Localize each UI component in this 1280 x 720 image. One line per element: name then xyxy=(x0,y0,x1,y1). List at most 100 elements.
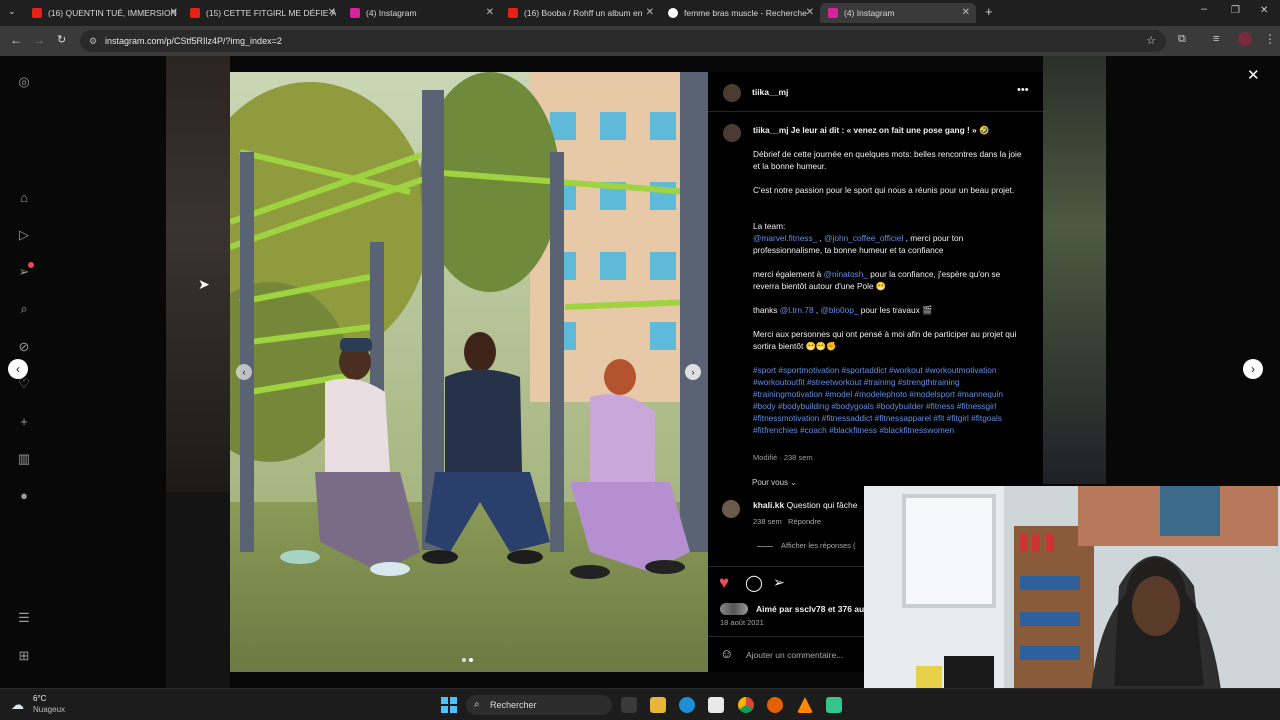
webcam-overlay xyxy=(864,486,1280,720)
notification-badge xyxy=(28,262,34,268)
caption-text: thanks xyxy=(753,305,780,315)
threads-icon[interactable]: ⊞ xyxy=(16,648,32,664)
emoji-icon: 😁😁✊ xyxy=(805,341,837,351)
author-avatar[interactable] xyxy=(723,84,741,102)
blurred-background xyxy=(166,492,230,688)
mouse-cursor-icon: ➤ xyxy=(198,276,210,292)
chrome-icon[interactable] xyxy=(738,697,754,713)
previous-post-icon[interactable]: ‹ xyxy=(8,359,28,379)
minimize-icon[interactable]: – xyxy=(1201,3,1207,15)
close-tab-icon[interactable]: ✕ xyxy=(328,7,336,18)
tab-5[interactable]: femme bras muscle - Recherche ✕ xyxy=(668,3,814,23)
file-explorer-icon[interactable] xyxy=(650,697,666,713)
tab-4[interactable]: (16) Booba / Rohff un album en ✕ xyxy=(508,3,654,23)
hashtags[interactable]: #sport #sportmotivation #sportaddict #wo… xyxy=(753,364,1023,436)
vlc-icon[interactable] xyxy=(797,697,813,713)
add-comment-input[interactable]: Ajouter un commentaire... xyxy=(746,650,843,660)
post-date: 18 août 2021 xyxy=(720,618,764,627)
like-heart-icon[interactable]: ♥ xyxy=(719,573,729,593)
close-tab-icon[interactable]: ✕ xyxy=(170,7,178,18)
close-tab-icon[interactable]: ✕ xyxy=(962,7,970,18)
carousel-dot xyxy=(462,658,466,662)
post-image[interactable]: ‹ › xyxy=(230,72,708,672)
comment: khali.kk Question qui fâche xyxy=(753,500,857,510)
forward-icon[interactable]: → xyxy=(33,33,45,47)
mention-link[interactable]: @blo0op_ xyxy=(820,305,858,315)
caption-username[interactable]: tiika__mj xyxy=(753,125,789,135)
store-icon[interactable] xyxy=(708,697,724,713)
comment-icon[interactable]: ◯ xyxy=(745,573,763,593)
close-tab-icon[interactable]: ✕ xyxy=(646,7,654,18)
for-you-toggle[interactable]: Pour vous ⌄ xyxy=(752,478,797,487)
tab-6-active[interactable]: (4) Instagram ✕ xyxy=(820,3,976,23)
profile-icon[interactable]: ● xyxy=(16,488,32,504)
likes-count[interactable]: Aimé par ssclv78 et 376 au xyxy=(756,604,864,614)
view-replies[interactable]: Afficher les réponses ( xyxy=(757,541,855,550)
mention-link[interactable]: @ninatosh_ xyxy=(824,269,868,279)
tab-label: (15) CETTE FITGIRL ME DÉFIE À xyxy=(206,8,336,18)
tab-2[interactable]: (15) CETTE FITGIRL ME DÉFIE À ✕ xyxy=(190,3,336,23)
maximize-icon[interactable]: ❐ xyxy=(1231,5,1240,16)
close-modal-icon[interactable]: ✕ xyxy=(1247,66,1260,84)
caption-merci: merci également à @ninatosh_ pour la con… xyxy=(753,268,1023,292)
caption-team: @marvel.fitness_ , @john_coffee_officiel… xyxy=(753,232,1023,256)
commenter-avatar[interactable] xyxy=(722,500,740,518)
emoji-picker-icon[interactable]: ☺ xyxy=(720,646,733,661)
firefox-icon[interactable] xyxy=(767,697,783,713)
youtube-icon xyxy=(508,8,518,18)
profile-avatar[interactable] xyxy=(1238,32,1252,46)
workout-photo xyxy=(230,72,708,672)
caption-avatar xyxy=(723,124,741,142)
windows-start-icon[interactable] xyxy=(441,697,457,713)
home-icon[interactable]: ⌂ xyxy=(16,190,32,206)
share-icon[interactable]: ➢ xyxy=(773,574,785,591)
close-tab-icon[interactable]: ✕ xyxy=(486,7,494,18)
extensions-icon[interactable]: ⧉ xyxy=(1178,33,1186,46)
bookmark-star-icon[interactable]: ☆ xyxy=(1146,30,1156,52)
instagram-logo-icon[interactable]: ◎ xyxy=(16,74,32,90)
reload-icon[interactable]: ↻ xyxy=(57,33,66,46)
url-input[interactable]: ⚙ instagram.com/p/CStf5RIlz4P/?img_index… xyxy=(80,30,1166,52)
weather-status[interactable]: Nuageux xyxy=(33,705,65,714)
close-tab-icon[interactable]: ✕ xyxy=(806,7,814,18)
taskbar-search[interactable]: ⌕ Rechercher xyxy=(466,695,612,715)
menu-icon[interactable]: ⋮ xyxy=(1264,32,1276,46)
comment-username[interactable]: khali.kk xyxy=(753,500,784,510)
tab-label: (16) Booba / Rohff un album en xyxy=(524,8,643,18)
divider xyxy=(708,111,1043,112)
caption-lead: tiika__mj Je leur ai dit : « venez on fa… xyxy=(753,124,1023,136)
new-tab-icon[interactable]: + xyxy=(985,4,993,19)
reply-button[interactable]: Répondre xyxy=(788,517,821,526)
for-you-label: Pour vous xyxy=(752,478,789,487)
back-icon[interactable]: ← xyxy=(10,33,22,47)
media-icon[interactable]: ≡ xyxy=(1213,33,1219,45)
create-icon[interactable]: + xyxy=(16,414,32,430)
site-info-icon[interactable]: ⚙ xyxy=(89,30,97,52)
edge-icon[interactable] xyxy=(679,697,695,713)
mention-link[interactable]: @john_coffee_officiel xyxy=(824,233,903,243)
caption-team-label: La team: xyxy=(753,221,786,231)
emoji-icon: 😁 xyxy=(875,281,887,291)
mention-link[interactable]: @l.trn.78 xyxy=(780,305,814,315)
tab-3[interactable]: (4) Instagram ✕ xyxy=(350,3,494,23)
google-icon xyxy=(668,8,678,18)
mention-link[interactable]: @marvel.fitness_ xyxy=(753,233,817,243)
app-icon[interactable] xyxy=(826,697,842,713)
next-post-icon[interactable]: › xyxy=(1243,359,1263,379)
caption-paragraph: Débrief de cette journée en quelques mot… xyxy=(753,149,1022,171)
search-icon[interactable]: ⌕ xyxy=(16,301,32,317)
more-menu-icon[interactable]: ☰ xyxy=(16,610,32,626)
prev-image-icon[interactable]: ‹ xyxy=(236,364,252,380)
tab-label: (16) QUENTIN TUÉ, IMMERSION xyxy=(48,8,177,18)
post-username[interactable]: tiika__mj xyxy=(752,87,788,97)
tab-list-icon[interactable]: ⌄ xyxy=(8,6,16,17)
weather-temp[interactable]: 6°C xyxy=(33,694,46,703)
reels-icon[interactable]: ▷ xyxy=(16,227,32,243)
next-image-icon[interactable]: › xyxy=(685,364,701,380)
task-view-icon[interactable] xyxy=(621,697,637,713)
close-window-icon[interactable]: ✕ xyxy=(1260,5,1268,16)
explore-icon[interactable]: ⊘ xyxy=(16,339,32,355)
more-options-icon[interactable]: ••• xyxy=(1017,84,1029,96)
dashboard-icon[interactable]: ▥ xyxy=(16,451,32,467)
tab-1[interactable]: (16) QUENTIN TUÉ, IMMERSION ✕ xyxy=(32,3,178,23)
